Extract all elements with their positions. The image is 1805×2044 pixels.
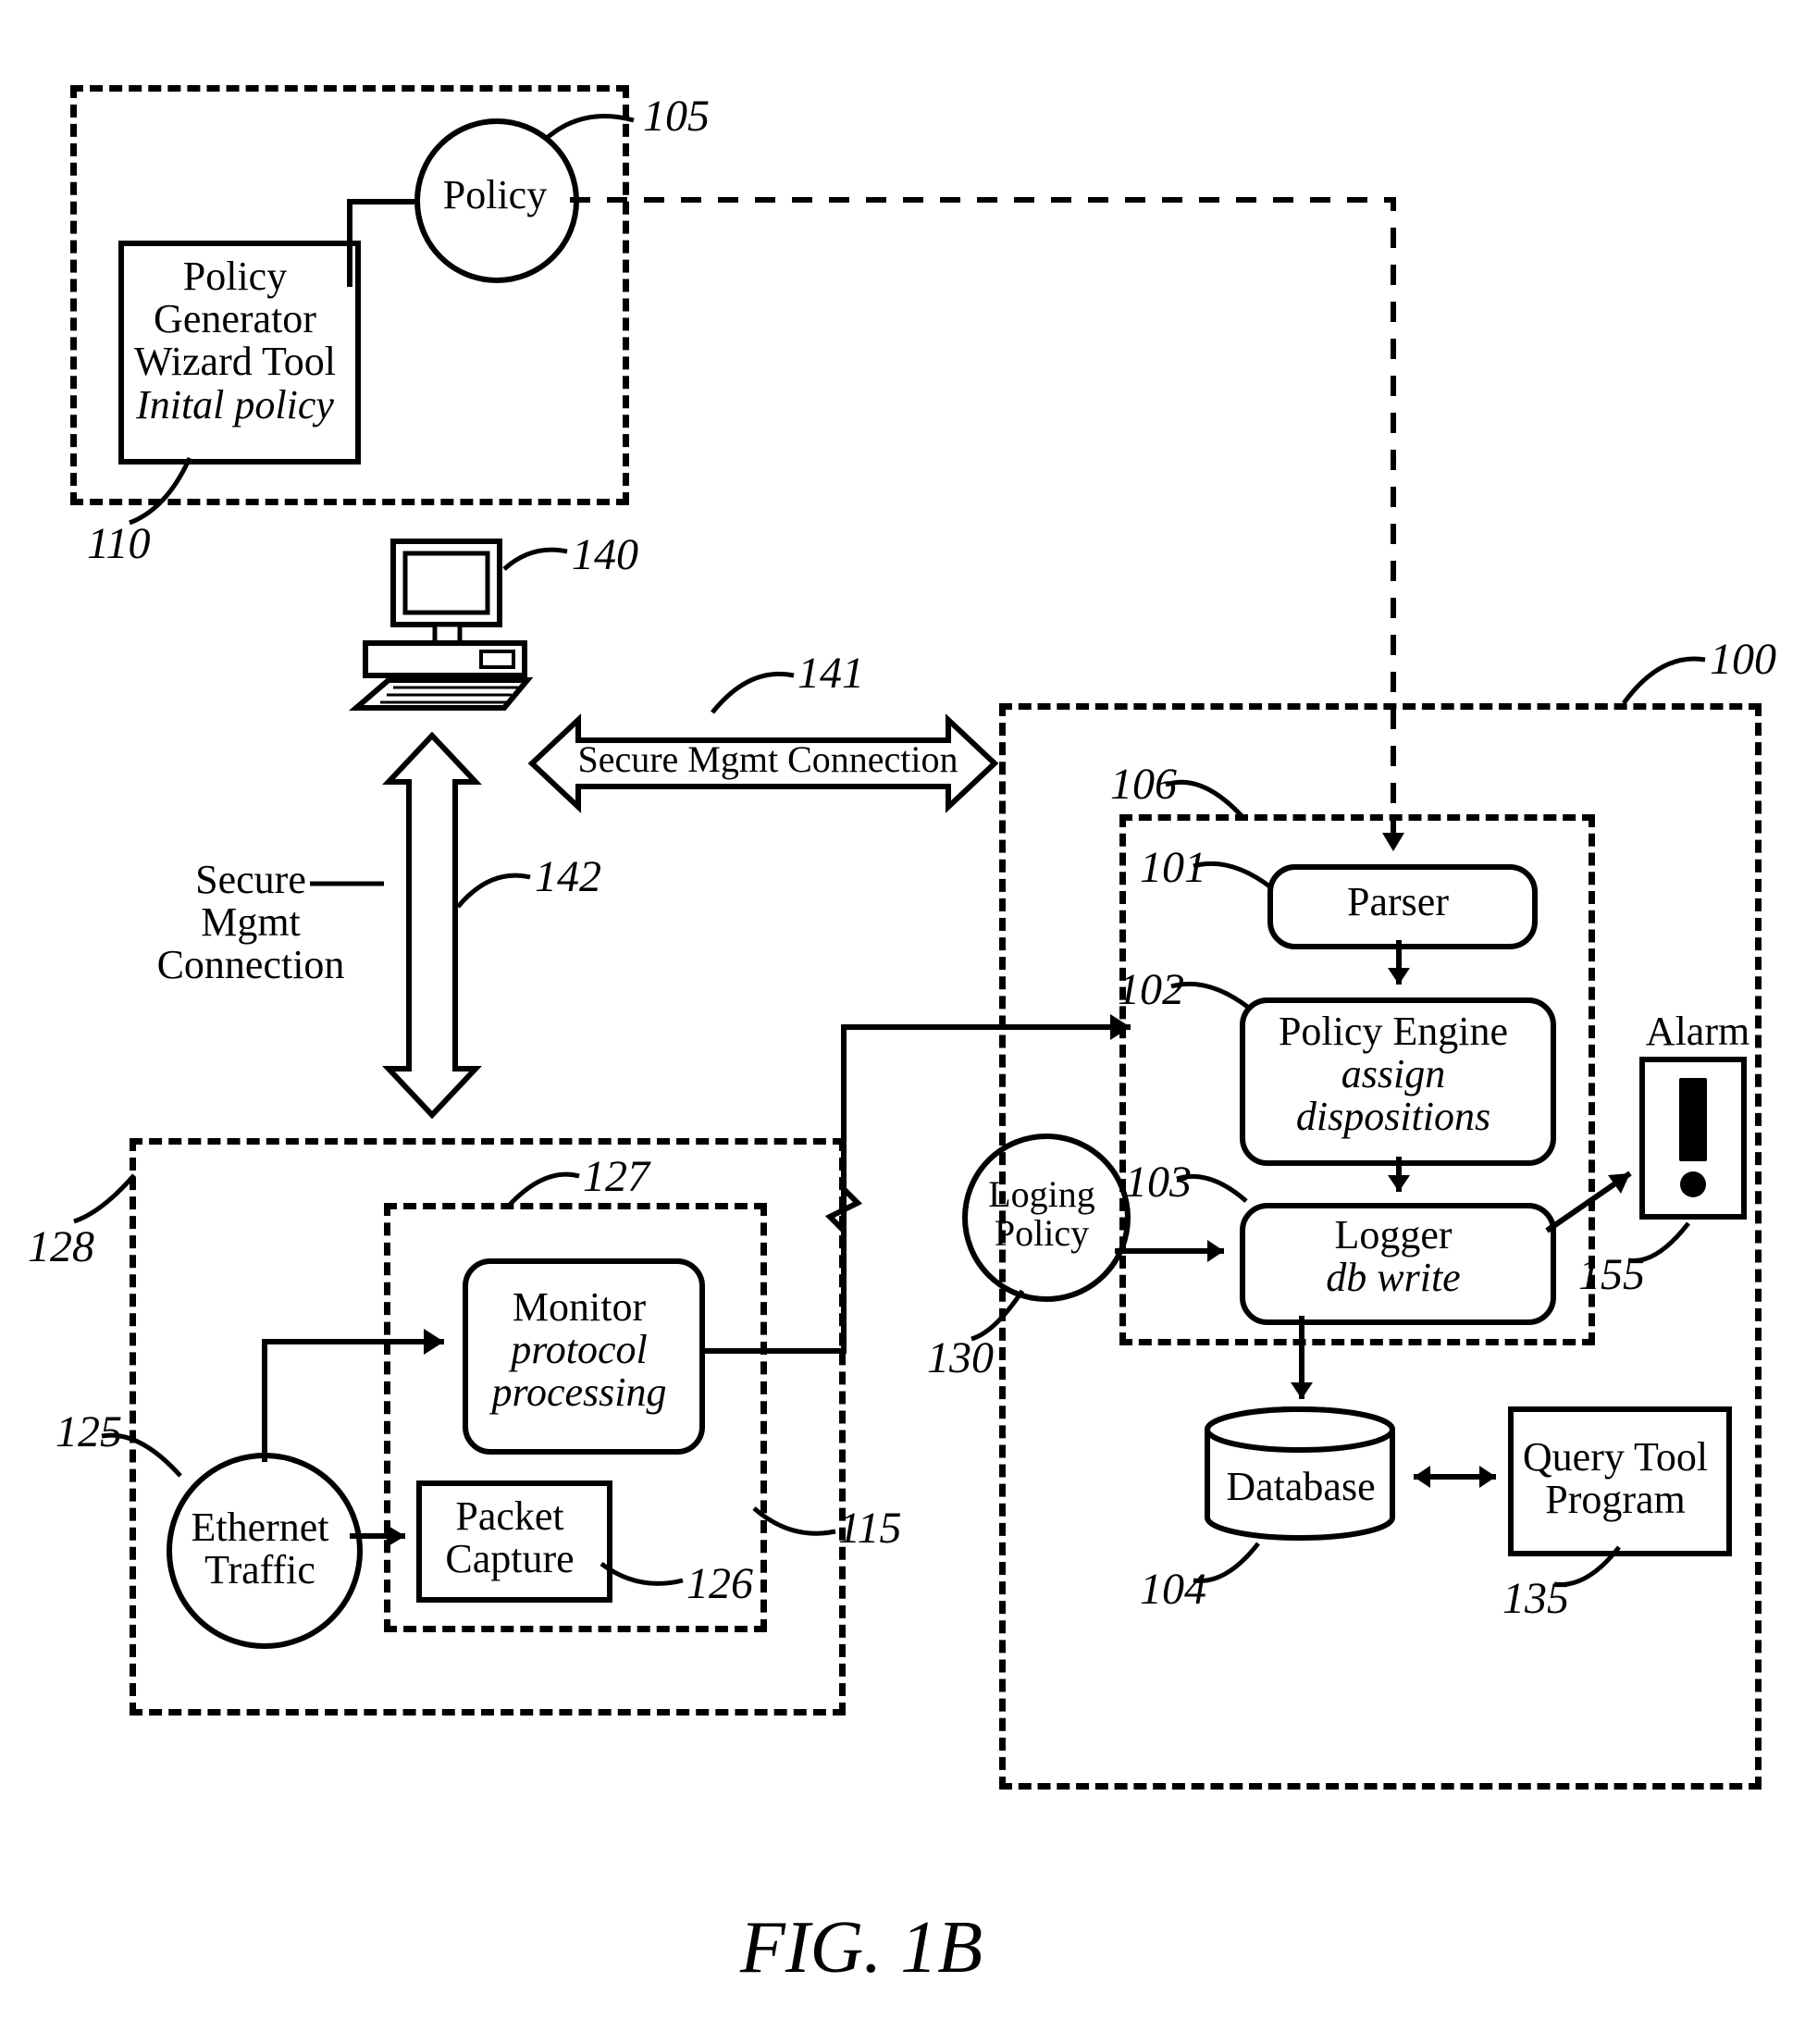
lp-l1: Loging: [988, 1173, 1095, 1215]
ethernet-text: Ethernet Traffic: [168, 1506, 352, 1592]
lg-l2: db write: [1326, 1255, 1460, 1300]
alarm-label: Alarm: [1638, 1010, 1758, 1053]
policy-label: Policy: [426, 174, 564, 217]
arrow-eth-to-monitor: [259, 1332, 472, 1471]
leader-105: [546, 111, 638, 148]
pg-l1: Policy: [183, 254, 287, 299]
connector-pg-to-policy: [342, 194, 426, 296]
sv-l2: Mgmt: [201, 899, 301, 945]
sv-l3: Connection: [157, 942, 345, 987]
arrow-logingpolicy-to-logger: [1115, 1240, 1244, 1262]
leader-140: [504, 546, 569, 583]
pc-l1: Packet: [455, 1493, 563, 1539]
ref-128: 128: [28, 1221, 94, 1272]
sv-l1: Secure: [195, 857, 306, 902]
ref-104: 104: [1140, 1564, 1206, 1615]
ref-115: 115: [838, 1503, 901, 1554]
ref-103: 103: [1125, 1157, 1192, 1208]
lg-l1: Logger: [1334, 1212, 1452, 1257]
arrow-policy-to-parser: [570, 194, 1421, 879]
leader-126: [601, 1555, 685, 1592]
arrow-eth-to-packet: [350, 1527, 424, 1545]
loging-policy-text: Loging Policy: [964, 1175, 1119, 1253]
computer-icon: [342, 537, 527, 712]
ref-135: 135: [1502, 1573, 1569, 1624]
ref-126: 126: [686, 1558, 753, 1609]
figure-label: FIG. 1B: [740, 1906, 983, 1990]
pe-l1: Policy Engine: [1279, 1009, 1508, 1054]
leader-142-line: [310, 879, 384, 888]
leader-100: [1624, 652, 1707, 708]
alarm-icon: [1638, 1055, 1749, 1221]
ref-102: 102: [1118, 964, 1184, 1015]
packet-capture-text: Packet Capture: [418, 1495, 601, 1580]
leader-115: [754, 1499, 837, 1545]
parser-label: Parser: [1269, 881, 1527, 923]
query-tool-text: Query Tool Program: [1510, 1436, 1721, 1521]
mon-l2: protocol: [511, 1327, 647, 1372]
qt-l2: Program: [1545, 1477, 1686, 1522]
arrow-logger-to-db: [1291, 1316, 1313, 1418]
arrow-parser-to-engine: [1388, 940, 1410, 1003]
arrow-db-to-query: [1397, 1466, 1513, 1488]
lp-l2: Policy: [995, 1212, 1089, 1254]
ref-105: 105: [643, 91, 710, 142]
logger-text: Logger db write: [1242, 1214, 1545, 1299]
monitor-text: Monitor protocol processing: [464, 1286, 694, 1415]
pg-l4: Inital policy: [136, 382, 334, 427]
pe-l3: dispositions: [1296, 1094, 1490, 1139]
secure-mgmt-label-v: Secure Mgmt Connection: [135, 859, 366, 987]
secure-mgmt-arrow-v: [381, 731, 483, 1120]
qt-l1: Query Tool: [1523, 1434, 1708, 1480]
mon-l1: Monitor: [513, 1284, 646, 1330]
pg-l3: Wizard Tool: [134, 339, 336, 384]
ref-110: 110: [87, 518, 150, 569]
policy-engine-text: Policy Engine assign dispositions: [1242, 1010, 1545, 1139]
leader-127: [507, 1171, 581, 1217]
pc-l2: Capture: [445, 1536, 574, 1581]
ref-127: 127: [583, 1151, 649, 1202]
eth-l1: Ethernet: [191, 1505, 328, 1550]
ref-130: 130: [927, 1332, 994, 1383]
leader-142: [458, 870, 532, 916]
database-label: Database: [1205, 1466, 1397, 1508]
pe-l2: assign: [1341, 1051, 1445, 1096]
arrow-engine-to-logger: [1388, 1157, 1410, 1208]
policy-generator-text: Policy Generator Wizard Tool Inital poli…: [120, 255, 350, 427]
diagram-canvas: Policy Policy Generator Wizard Tool Init…: [0, 0, 1805, 2044]
pg-l2: Generator: [154, 296, 316, 341]
mon-l3: processing: [491, 1369, 666, 1415]
ref-100: 100: [1710, 634, 1776, 685]
arrow-logger-to-alarm: [1547, 1166, 1649, 1240]
eth-l2: Traffic: [204, 1547, 315, 1592]
ref-125: 125: [56, 1406, 122, 1457]
ref-155: 155: [1578, 1249, 1645, 1300]
